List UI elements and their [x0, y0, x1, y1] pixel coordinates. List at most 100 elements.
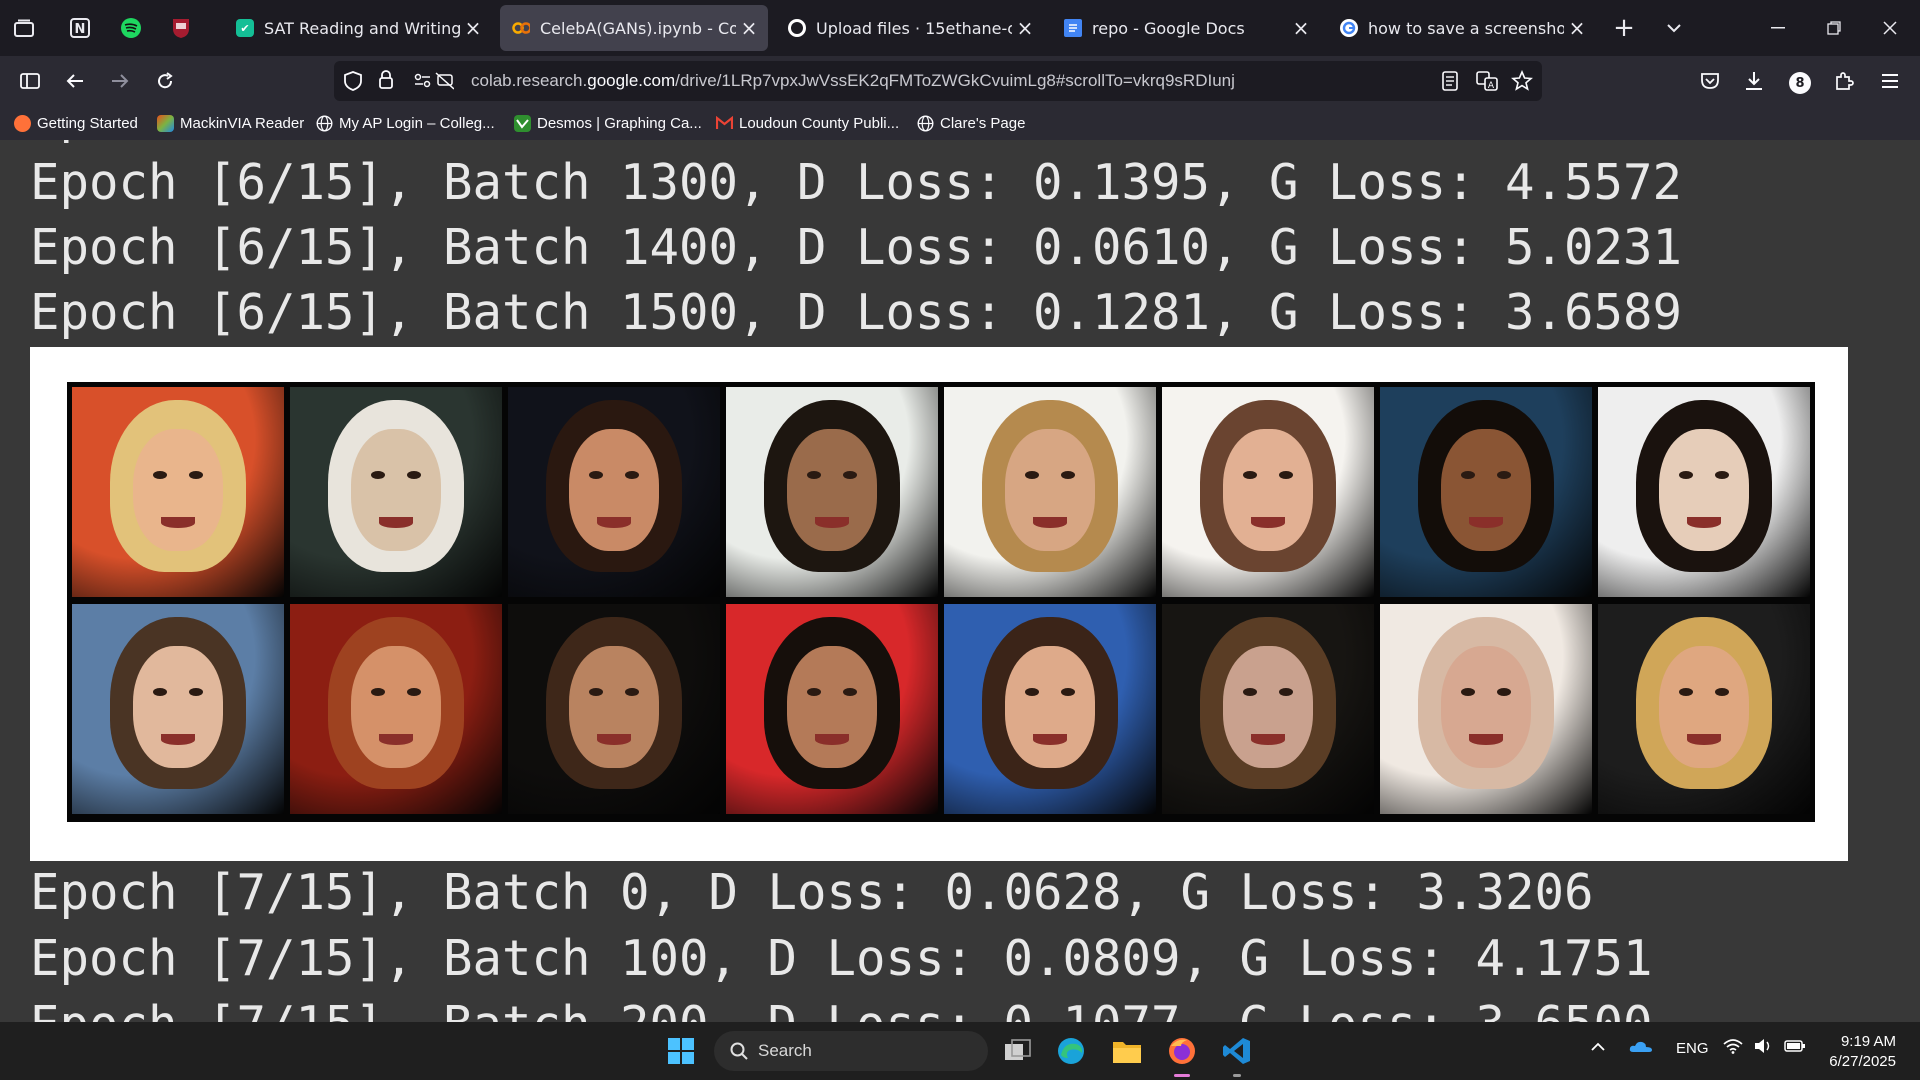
downloads-icon[interactable]: [1736, 63, 1772, 99]
forward-icon[interactable]: [102, 63, 138, 99]
face-mouth: [815, 517, 849, 528]
generated-face-image: [290, 604, 502, 814]
menu-hamburger-icon[interactable]: [1872, 63, 1908, 99]
tab-title: Upload files · 15ethane-codes/: [816, 18, 1012, 38]
bookmark-loudoun[interactable]: Loudoun County Publi...: [716, 112, 899, 134]
mackinvia-icon: [157, 114, 174, 132]
desmos-icon: [514, 114, 531, 132]
bookmark-getting-started[interactable]: Getting Started: [14, 112, 138, 134]
output-line-partial-bottom: Epoch [7/15], Batch 200, D Loss: 0.1077,…: [30, 996, 1653, 1022]
windows-taskbar: Search ENG 9:19 AM 6/27/2025: [0, 1022, 1920, 1080]
firefox-taskbar-icon[interactable]: [1165, 1034, 1199, 1068]
file-explorer-icon[interactable]: [1110, 1034, 1144, 1068]
taskbar-search-box[interactable]: Search: [714, 1031, 988, 1071]
bookmark-clares-page[interactable]: Clare's Page: [917, 112, 1025, 134]
tab-title: CelebA(GANs).ipynb - Colab: [540, 18, 736, 38]
pocket-icon[interactable]: [1692, 63, 1728, 99]
close-icon[interactable]: ×: [736, 16, 762, 40]
generated-face-image: [508, 604, 720, 814]
tab-title: SAT Reading and Writing | Test: [264, 18, 460, 38]
url-text[interactable]: colab.research.google.com/drive/1LRp7vpx…: [471, 71, 1235, 91]
pinned-tab-spotify-icon[interactable]: [117, 14, 145, 42]
bookmark-label: Clare's Page: [940, 114, 1026, 132]
wifi-icon[interactable]: [1723, 1038, 1743, 1058]
list-tabs-chevron-icon[interactable]: [1654, 10, 1694, 46]
reader-view-icon[interactable]: [1442, 71, 1458, 95]
vscode-icon[interactable]: [1220, 1034, 1254, 1068]
tab-google-search[interactable]: how to save a screenshot on w ×: [1328, 5, 1596, 51]
sidebar-toggle-icon[interactable]: [12, 63, 48, 99]
new-tab-icon[interactable]: +: [1604, 10, 1644, 46]
face-mouth: [1687, 734, 1721, 745]
navigation-toolbar: colab.research.google.com/drive/1LRp7vpx…: [0, 56, 1920, 106]
pinned-tab-notion-icon[interactable]: N: [66, 14, 94, 42]
generated-face-image: [1598, 387, 1810, 597]
onedrive-icon[interactable]: [1629, 1039, 1653, 1057]
face-mouth: [815, 734, 849, 745]
bookmark-label: Desmos | Graphing Ca...: [537, 114, 702, 132]
battery-icon[interactable]: [1784, 1039, 1806, 1057]
bookmark-star-icon[interactable]: [1511, 69, 1533, 96]
face-mouth: [161, 734, 195, 745]
language-indicator[interactable]: ENG: [1676, 1040, 1709, 1057]
tab-colab[interactable]: CelebA(GANs).ipynb - Colab ×: [500, 5, 768, 51]
search-icon: [730, 1042, 748, 1060]
close-icon[interactable]: ×: [460, 16, 486, 40]
tab-title: how to save a screenshot on w: [1368, 18, 1564, 38]
bookmark-label: MackinVIA Reader: [180, 114, 305, 132]
permissions-icon[interactable]: [414, 72, 455, 94]
bookmark-mackinvia[interactable]: MackinVIA Reader: [157, 112, 304, 134]
face-mouth: [1687, 517, 1721, 528]
face-mouth: [161, 517, 195, 528]
generated-face-image: [726, 604, 938, 814]
output-line: Epoch [6/15], Batch 1400, D Loss: 0.0610…: [30, 219, 1683, 276]
face-skin: [133, 646, 223, 768]
face-skin: [1223, 429, 1313, 551]
url-prefix: colab.research.: [471, 71, 588, 90]
extension-badge[interactable]: 8: [1789, 72, 1811, 94]
pinned-tab-harvard-icon[interactable]: [167, 14, 195, 42]
show-hidden-icons-chevron[interactable]: [1590, 1039, 1606, 1056]
face-mouth: [379, 517, 413, 528]
bookmark-ap-login[interactable]: My AP Login – Colleg...: [316, 112, 495, 134]
face-mouth: [1251, 734, 1285, 745]
back-icon[interactable]: [57, 63, 93, 99]
close-icon[interactable]: ×: [1288, 16, 1314, 40]
tracking-protection-shield-icon[interactable]: [344, 71, 362, 95]
generated-face-image: [1162, 604, 1374, 814]
reload-icon[interactable]: [147, 63, 183, 99]
face-skin: [351, 646, 441, 768]
tab-github[interactable]: Upload files · 15ethane-codes/ ×: [776, 5, 1044, 51]
face-skin: [133, 429, 223, 551]
volume-icon[interactable]: [1753, 1038, 1773, 1058]
github-icon: [788, 19, 806, 37]
svg-text:A: A: [1488, 81, 1495, 91]
task-view-icon[interactable]: [1001, 1034, 1035, 1068]
tab-title: repo - Google Docs: [1092, 18, 1245, 38]
extensions-puzzle-icon[interactable]: [1826, 63, 1862, 99]
generated-images-figure: [30, 347, 1848, 861]
translate-icon[interactable]: A: [1476, 71, 1498, 95]
lock-icon[interactable]: [378, 70, 394, 94]
docs-icon: [1064, 19, 1082, 37]
restore-icon[interactable]: [1814, 10, 1854, 46]
address-bar[interactable]: colab.research.google.com/drive/1LRp7vpx…: [334, 61, 1542, 101]
close-icon[interactable]: ×: [1012, 16, 1038, 40]
google-icon: [1340, 19, 1358, 37]
edge-icon[interactable]: [1054, 1034, 1088, 1068]
tab-google-docs[interactable]: repo - Google Docs ×: [1052, 5, 1320, 51]
face-skin: [787, 646, 877, 768]
firefox-icon: [14, 114, 31, 132]
bookmark-desmos[interactable]: Desmos | Graphing Ca...: [514, 112, 702, 134]
minimize-icon[interactable]: [1758, 10, 1798, 46]
tab-sat-reading[interactable]: ✔ SAT Reading and Writing | Test ×: [224, 5, 492, 51]
firefox-view-icon[interactable]: [10, 14, 38, 42]
system-clock[interactable]: 9:19 AM 6/27/2025: [1829, 1032, 1896, 1072]
face-mouth: [379, 734, 413, 745]
close-window-icon[interactable]: [1870, 10, 1910, 46]
start-windows-icon[interactable]: [664, 1034, 698, 1068]
face-mouth: [597, 517, 631, 528]
close-icon[interactable]: ×: [1564, 16, 1590, 40]
colab-icon: [512, 19, 530, 37]
face-skin: [1005, 646, 1095, 768]
